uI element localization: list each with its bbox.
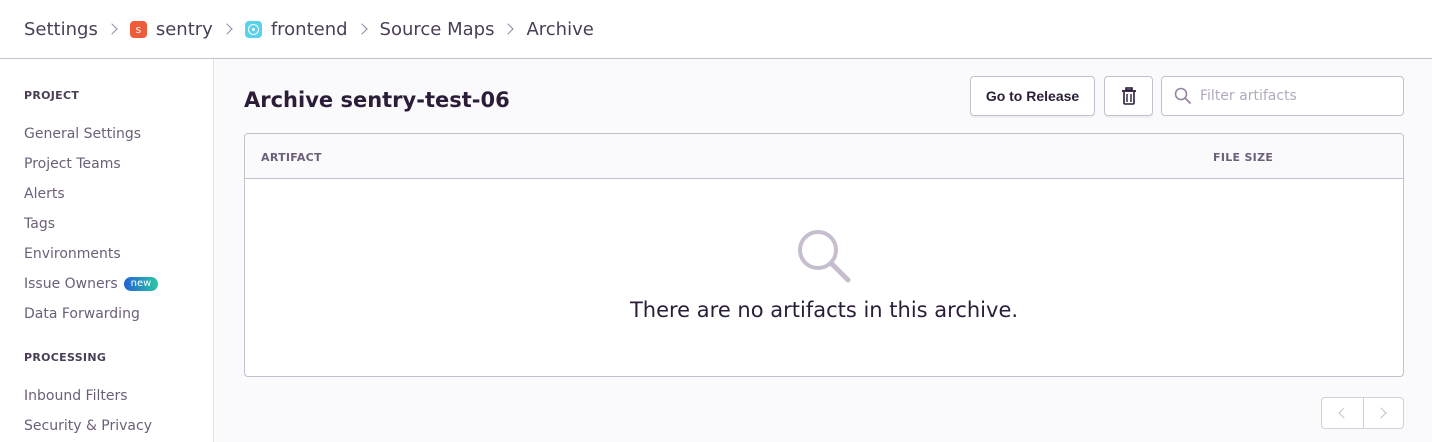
settings-sidebar: PROJECT General Settings Project Teams A…: [0, 59, 214, 442]
sidebar-item-project-teams[interactable]: Project Teams: [24, 156, 121, 172]
pagination: [1321, 397, 1404, 429]
empty-state: There are no artifacts in this archive.: [245, 180, 1403, 376]
new-badge: new: [123, 277, 159, 291]
column-header-artifact: ARTIFACT: [261, 151, 322, 164]
pagination-prev-button[interactable]: [1322, 398, 1363, 428]
page-title: Archive sentry-test-06: [244, 88, 510, 112]
breadcrumb-settings[interactable]: Settings: [24, 19, 98, 40]
breadcrumb-org-label[interactable]: sentry: [156, 19, 213, 40]
sidebar-item-general-settings[interactable]: General Settings: [24, 126, 141, 142]
delete-archive-button[interactable]: [1104, 76, 1153, 116]
sidebar-item-data-forwarding[interactable]: Data Forwarding: [24, 306, 140, 322]
sidebar-heading-project: PROJECT: [24, 89, 80, 102]
pagination-next-button[interactable]: [1362, 398, 1404, 428]
sidebar-heading-processing: PROCESSING: [24, 351, 107, 364]
main-content: Archive sentry-test-06 Go to Release ART…: [215, 59, 1432, 442]
chevron-right-icon: [1375, 407, 1387, 419]
table-header: ARTIFACT FILE SIZE: [245, 134, 1403, 179]
trash-icon: [1121, 87, 1136, 105]
chevron-right-icon: [106, 23, 118, 35]
breadcrumb-source-maps[interactable]: Source Maps: [380, 19, 495, 40]
org-badge-icon: s: [129, 20, 147, 38]
sidebar-item-inbound-filters[interactable]: Inbound Filters: [24, 388, 128, 404]
sidebar-item-environments[interactable]: Environments: [24, 246, 121, 262]
breadcrumb-settings-label[interactable]: Settings: [24, 19, 98, 40]
breadcrumb-archive: Archive: [526, 19, 593, 40]
go-to-release-button[interactable]: Go to Release: [970, 76, 1095, 116]
sidebar-item-alerts[interactable]: Alerts: [24, 186, 65, 202]
react-project-icon: [244, 20, 262, 38]
column-header-file-size: FILE SIZE: [1213, 151, 1274, 164]
search-icon: [1174, 87, 1192, 105]
artifacts-table: ARTIFACT FILE SIZE There are no artifact…: [244, 133, 1404, 377]
chevron-right-icon: [355, 23, 368, 35]
sidebar-item-security-privacy[interactable]: Security & Privacy: [24, 418, 152, 434]
breadcrumb: Settings s sentry frontend Source Maps A…: [0, 0, 1432, 59]
sidebar-item-issue-owners[interactable]: Issue Owners new: [24, 276, 159, 292]
magnifier-icon: [798, 230, 851, 283]
chevron-right-icon: [502, 23, 515, 35]
breadcrumb-archive-label: Archive: [526, 18, 594, 40]
sidebar-item-tags[interactable]: Tags: [24, 216, 55, 232]
breadcrumb-project-label[interactable]: frontend: [271, 19, 348, 40]
empty-message: There are no artifacts in this archive.: [629, 298, 1019, 322]
sidebar-item-issue-owners-label: Issue Owners: [24, 276, 118, 292]
breadcrumb-project[interactable]: frontend: [244, 19, 348, 40]
chevron-left-icon: [1338, 407, 1350, 419]
chevron-right-icon: [221, 23, 233, 35]
breadcrumb-source-maps-label[interactable]: Source Maps: [380, 19, 495, 40]
filter-artifacts-input[interactable]: [1200, 88, 1390, 104]
filter-artifacts-search[interactable]: [1161, 76, 1404, 116]
breadcrumb-org[interactable]: s sentry: [129, 19, 213, 40]
